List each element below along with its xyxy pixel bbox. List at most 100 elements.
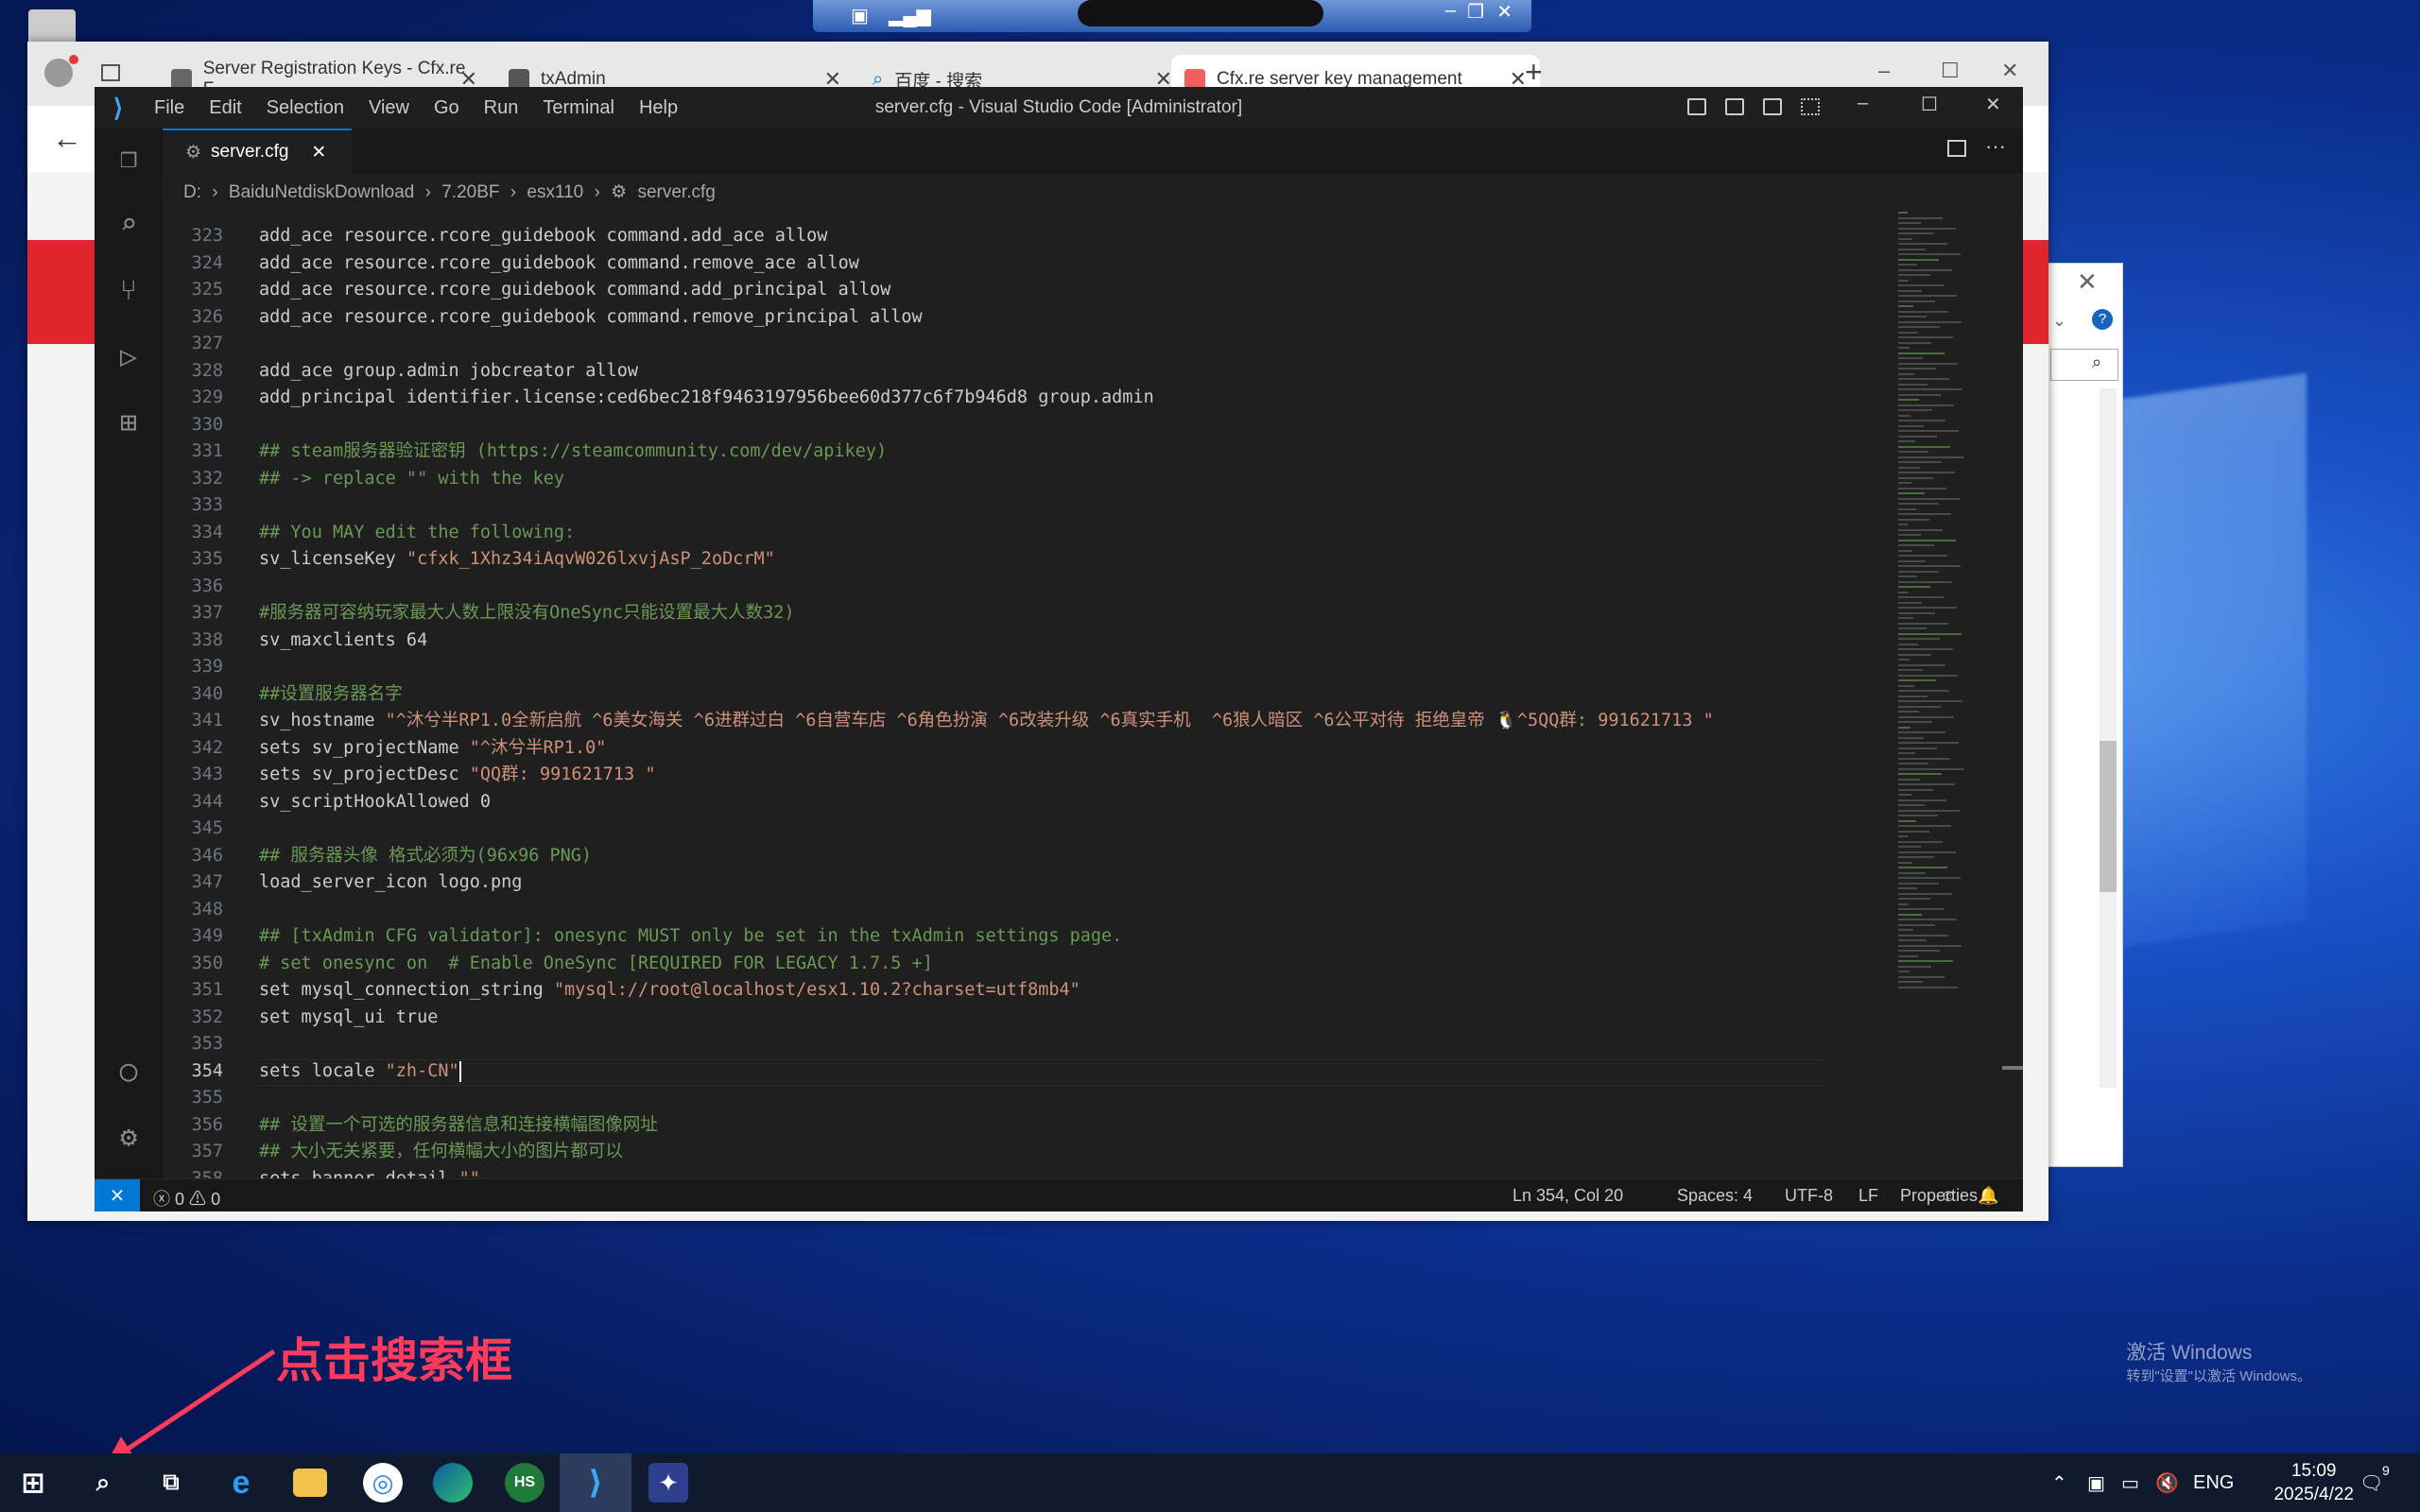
defender-icon[interactable]: ▣	[2087, 1453, 2105, 1512]
menu-view[interactable]: View	[356, 97, 422, 119]
breadcrumb-item[interactable]: esx110	[527, 182, 583, 202]
tray-overflow-icon[interactable]: ⌃	[2051, 1453, 2067, 1512]
profile-avatar[interactable]	[44, 59, 73, 87]
scrollbar[interactable]	[2100, 388, 2117, 1088]
gear-icon[interactable]: ⚙	[112, 1121, 146, 1155]
remote-indicator-icon[interactable]: ⨯	[95, 1179, 140, 1211]
code-line[interactable]: 335 sv_licenseKey "cfxk_1Xhz34iAqvW026lxv…	[163, 546, 1959, 574]
code-line[interactable]: 344 sv_scriptHookAllowed 0	[163, 789, 1959, 816]
code-line[interactable]: 327	[163, 331, 1959, 358]
close-icon[interactable]: ✕	[1985, 93, 2001, 116]
code-line[interactable]: 342 sets sv_projectName "^沐兮半RP1.0"	[163, 735, 1959, 763]
encoding[interactable]: UTF-8	[1785, 1186, 1833, 1206]
minimize-icon[interactable]: –	[1878, 59, 1890, 83]
remote-connection-bar[interactable]: ▣ ▂▄▆ – ❐ ✕	[813, 0, 1531, 32]
search-icon[interactable]: ⌕	[112, 208, 146, 242]
close-icon[interactable]: ✕	[2001, 59, 2018, 83]
code-line[interactable]: 355	[163, 1085, 1959, 1112]
volume-muted-icon[interactable]: 🔇	[2155, 1453, 2179, 1512]
problems-indicator[interactable]: ⓧ 0 ⚠ 0	[153, 1186, 220, 1211]
code-line[interactable]: 329 add_principal identifier.license:ced6…	[163, 385, 1959, 412]
menu-selection[interactable]: Selection	[254, 97, 356, 119]
code-line[interactable]: 350 # set onesync on # Enable OneSync [RE…	[163, 951, 1959, 978]
code-line[interactable]: 331 ## steam服务器验证密钥 (https://steamcommuni…	[163, 438, 1959, 466]
back-icon[interactable]: ←	[52, 121, 82, 156]
code-line[interactable]: 334 ## You MAY edit the following:	[163, 520, 1959, 547]
breadcrumb-item[interactable]: 7.20BF	[441, 182, 499, 202]
feedback-icon[interactable]: ☺	[1940, 1186, 1957, 1206]
vscode-taskbar-icon[interactable]: ⟩	[560, 1453, 631, 1512]
code-line[interactable]: 337 #服务器可容纳玩家最大人数上限没有OneSync只能设置最大人数32)	[163, 600, 1959, 627]
restore-remote-icon[interactable]: ❐	[1467, 0, 1484, 24]
notification-center-icon[interactable]: 🗨	[2360, 1453, 2383, 1512]
code-line[interactable]: 348	[163, 897, 1959, 924]
menu-run[interactable]: Run	[472, 97, 531, 119]
code-line[interactable]: 354 sets locale "zh-CN"	[163, 1058, 1959, 1086]
search-icon[interactable]: ⌕	[83, 1463, 123, 1503]
code-line[interactable]: 353	[163, 1031, 1959, 1058]
maximize-icon[interactable]: ☐	[1941, 59, 1960, 83]
code-line[interactable]: 341 sv_hostname "^沐兮半RP1.0全新启航 ^6美女海关 ^6进…	[163, 708, 1959, 735]
menu-go[interactable]: Go	[422, 97, 472, 119]
code-line[interactable]: 323 add_ace resource.rcore_guidebook comm…	[163, 223, 1959, 250]
bell-icon[interactable]: 🔔	[1978, 1186, 1998, 1206]
close-tab-icon[interactable]: ✕	[311, 142, 326, 163]
close-icon[interactable]: ✕	[2077, 267, 2098, 297]
code-line[interactable]: 324 add_ace resource.rcore_guidebook comm…	[163, 250, 1959, 278]
toggle-panel-icon[interactable]	[1725, 98, 1744, 115]
scrollbar-thumb[interactable]	[2100, 741, 2117, 892]
more-actions-icon[interactable]: ···	[1985, 134, 2006, 159]
code-line[interactable]: 325 add_ace resource.rcore_guidebook comm…	[163, 277, 1959, 304]
edge-icon[interactable]	[433, 1463, 473, 1503]
code-line[interactable]: 339	[163, 654, 1959, 681]
input-language[interactable]: ENG	[2193, 1453, 2234, 1512]
source-control-icon[interactable]: ⑂	[112, 274, 146, 308]
code-line[interactable]: 345	[163, 816, 1959, 843]
close-remote-icon[interactable]: ✕	[1496, 0, 1512, 24]
cursor-position[interactable]: Ln 354, Col 20	[1512, 1186, 1623, 1206]
network-icon[interactable]: ▭	[2121, 1453, 2139, 1512]
file-explorer-icon[interactable]	[293, 1469, 327, 1497]
hs-app-icon[interactable]: HS	[505, 1463, 544, 1503]
menu-terminal[interactable]: Terminal	[530, 97, 627, 119]
explorer-icon[interactable]: ❐	[112, 142, 146, 176]
code-line[interactable]: 356 ## 设置一个可选的服务器信息和连接横幅图像网址	[163, 1112, 1959, 1140]
task-view-icon[interactable]: ⧉	[151, 1463, 191, 1503]
taskbar-clock[interactable]: 15:09 2025/4/22	[2273, 1459, 2354, 1506]
code-line[interactable]: 347 load_server_icon logo.png	[163, 869, 1959, 897]
maximize-icon[interactable]: ☐	[1921, 93, 1938, 116]
breadcrumb-item[interactable]: BaiduNetdiskDownload	[229, 182, 414, 202]
code-line[interactable]: 336	[163, 574, 1959, 601]
pin-icon[interactable]: ▣	[851, 4, 869, 27]
run-debug-icon[interactable]: ▷	[112, 340, 146, 374]
code-line[interactable]: 330	[163, 412, 1959, 439]
code-line[interactable]: 351 set mysql_connection_string "mysql://…	[163, 977, 1959, 1005]
menu-file[interactable]: File	[142, 97, 197, 119]
code-line[interactable]: 343 sets sv_projectDesc "QQ群: 991621713 "	[163, 762, 1959, 789]
code-editor[interactable]: 323 add_ace resource.rcore_guidebook comm…	[163, 210, 2023, 1179]
customize-layout-icon[interactable]	[1801, 98, 1820, 115]
scrollbar-thumb[interactable]	[2002, 1066, 2023, 1070]
search-box[interactable]	[2050, 349, 2118, 381]
toggle-primary-sidebar-icon[interactable]	[1687, 98, 1706, 115]
code-line[interactable]: 358 sets banner_detail ""	[163, 1166, 1959, 1180]
baidu-netdisk-icon[interactable]: ◎	[363, 1463, 403, 1503]
end-of-line[interactable]: LF	[1858, 1186, 1878, 1206]
breadcrumb-item[interactable]: server.cfg	[637, 182, 715, 202]
code-line[interactable]: 333	[163, 492, 1959, 520]
game-app-icon[interactable]: ✦	[648, 1463, 688, 1503]
minimize-remote-icon[interactable]: –	[1445, 0, 1456, 22]
code-line[interactable]: 332 ## -> replace "" with the key	[163, 466, 1959, 493]
tab-actions-icon[interactable]	[101, 64, 120, 81]
code-line[interactable]: 357 ## 大小无关紧要，任何横幅大小的图片都可以	[163, 1139, 1959, 1166]
code-line[interactable]: 346 ## 服务器头像 格式必须为(96x96 PNG)	[163, 843, 1959, 870]
code-line[interactable]: 338 sv_maxclients 64	[163, 627, 1959, 655]
new-tab-button[interactable]: +	[1525, 55, 1543, 90]
menu-edit[interactable]: Edit	[197, 97, 253, 119]
menu-help[interactable]: Help	[627, 97, 690, 119]
help-icon[interactable]: ?	[2092, 309, 2113, 330]
extensions-icon[interactable]: ⊞	[112, 406, 146, 440]
tab-server-cfg[interactable]: ⚙ server.cfg ✕	[163, 129, 352, 174]
chevron-down-icon[interactable]: ⌄	[2052, 311, 2066, 331]
breadcrumb-item[interactable]: D:	[183, 182, 201, 202]
